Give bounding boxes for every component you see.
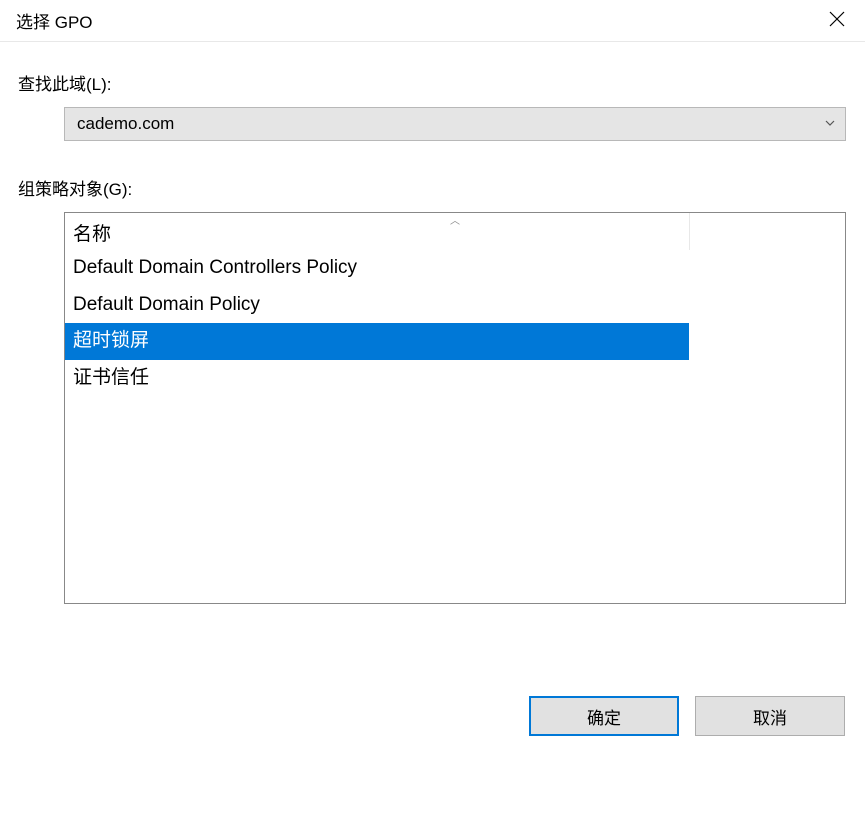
listbox-header-row: 名称 xyxy=(65,213,845,250)
dialog-content: 查找此域(L): cademo.com 组策略对象(G): ︿ 名称 Defau… xyxy=(0,42,865,756)
domain-dropdown-value: cademo.com xyxy=(77,114,174,134)
close-icon xyxy=(829,11,845,30)
gpo-list-items: Default Domain Controllers Policy Defaul… xyxy=(65,250,845,396)
list-item[interactable]: Default Domain Policy xyxy=(65,287,689,324)
chevron-down-icon xyxy=(825,115,835,133)
cancel-button[interactable]: 取消 xyxy=(695,696,845,736)
button-row: 确定 取消 xyxy=(18,696,847,736)
column-header-name[interactable]: 名称 xyxy=(65,213,690,250)
dialog-title: 选择 GPO xyxy=(16,8,93,33)
gpo-listbox[interactable]: ︿ 名称 Default Domain Controllers Policy D… xyxy=(64,212,846,604)
list-item[interactable]: 超时锁屏 xyxy=(65,323,689,360)
ok-button[interactable]: 确定 xyxy=(529,696,679,736)
gpo-label: 组策略对象(G): xyxy=(18,175,847,200)
titlebar: 选择 GPO xyxy=(0,0,865,42)
domain-label: 查找此域(L): xyxy=(18,70,847,95)
close-button[interactable] xyxy=(821,5,853,37)
list-item[interactable]: 证书信任 xyxy=(65,360,689,397)
list-item[interactable]: Default Domain Controllers Policy xyxy=(65,250,689,287)
domain-dropdown[interactable]: cademo.com xyxy=(64,107,846,141)
